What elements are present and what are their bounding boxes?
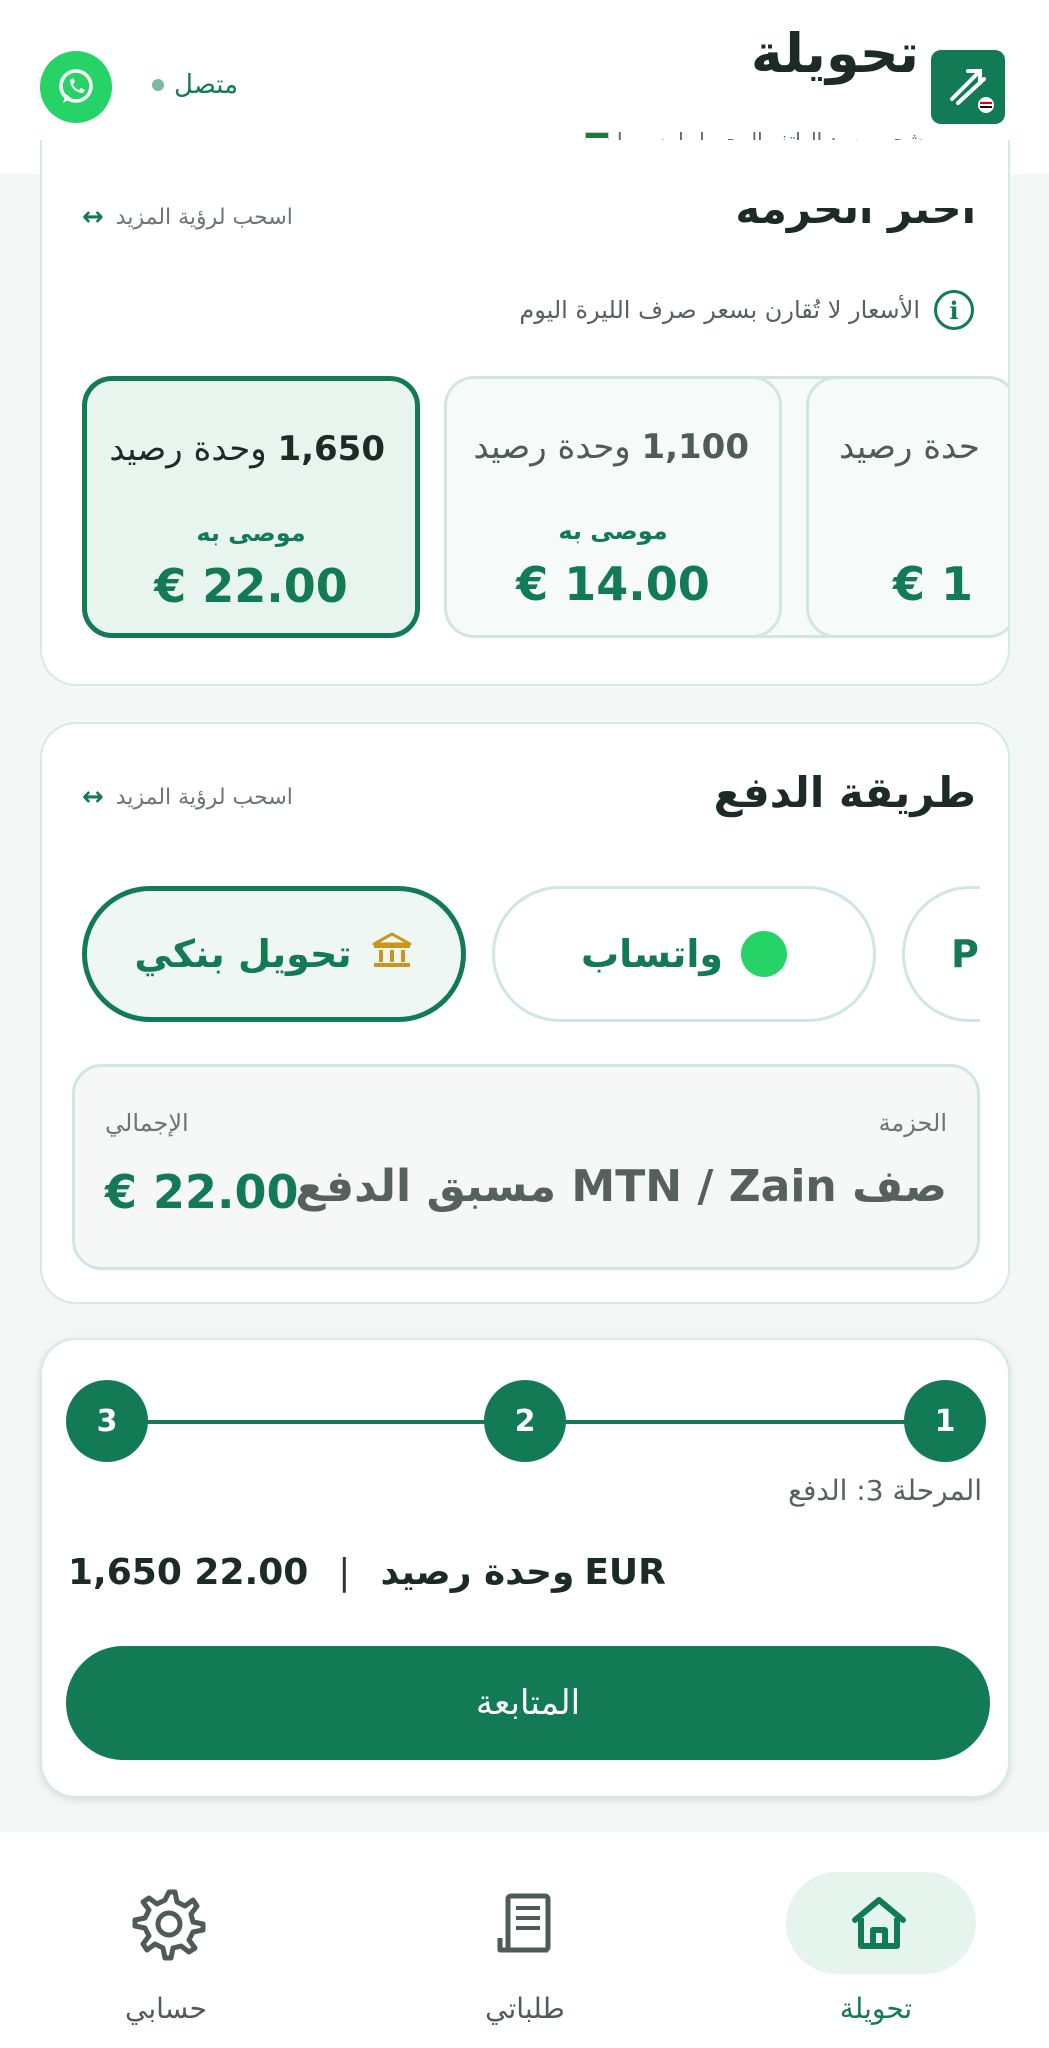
order-amount: 22.00 [194, 1552, 309, 1593]
packages-title: اختر الحزمة [735, 184, 976, 233]
order-line: 1,650 22.00 | وحدة رصيد EUR [68, 1552, 666, 1593]
package-count: 1,650 [277, 429, 385, 469]
recommended-badge: موصى به [196, 519, 306, 547]
swipe-arrows-icon: ↔ [82, 202, 104, 232]
app-title: تحويلة [750, 22, 919, 85]
package-option[interactable]: 1,100 وحدة رصيد موصى به € 14.00 [444, 376, 782, 638]
payment-method-label: P [951, 932, 979, 976]
package-option[interactable]: وحدة رصيد € 11 [806, 376, 978, 638]
price-note-text: الأسعار لا تُقارن بسعر صرف الليرة اليوم [519, 296, 920, 324]
order-separator: | [338, 1552, 351, 1593]
package-option-clip: وحدة رصيد € 11 [806, 376, 978, 638]
order-text-rtl: وحدة رصيد EUR [380, 1552, 665, 1593]
checkout-card: 1 2 3 المرحلة 3: الدفع 1,650 22.00 | وحد… [40, 1338, 1010, 1798]
packages-swipe-hint: اسحب لرؤية المزيد ↔ [82, 202, 293, 232]
package-count: 1,100 [641, 427, 749, 467]
home-icon [841, 1886, 917, 1966]
bottom-navigation: تحويلة طلباتي حسابي [0, 1832, 1049, 2048]
gear-icon [131, 1886, 207, 1966]
step-2: 2 [484, 1380, 566, 1462]
package-unit-label: وحدة رصيد [109, 429, 267, 469]
continue-button[interactable]: المتابعة [66, 1646, 990, 1760]
swipe-hint-text: اسحب لرؤية المزيد [115, 204, 293, 230]
payment-swipe-hint: اسحب لرؤية المزيد ↔ [82, 782, 293, 812]
payment-card: طريقة الدفع اسحب لرؤية المزيد ↔ تحويل بن… [40, 722, 1010, 1304]
stage-label: المرحلة 3: الدفع [788, 1474, 982, 1507]
payment-method-other[interactable]: P [902, 886, 980, 1022]
order-text-ltr: 1,650 22.00 [68, 1552, 308, 1593]
nav-label: طلباتي [485, 1992, 565, 2025]
connection-status: متصل [152, 70, 238, 100]
swipe-arrows-icon: ↔ [82, 782, 104, 812]
info-icon: i [934, 290, 974, 330]
nav-label: حسابي [125, 1992, 207, 2025]
package-option[interactable]: 1,650 وحدة رصيد موصى به € 22.00 [82, 376, 420, 638]
whatsapp-button[interactable] [40, 51, 112, 123]
summary-total-value: € 22.00 [105, 1165, 299, 1219]
summary-total-label: الإجمالي [105, 1109, 189, 1137]
package-price: € 14.00 [516, 557, 710, 611]
package-units: 1,650 وحدة رصيد [109, 429, 385, 469]
payment-method-clip: P [902, 886, 980, 1026]
status-dot-icon [152, 79, 164, 91]
payment-method-whatsapp[interactable]: واتساب [492, 886, 876, 1022]
package-price: € 11 [893, 557, 978, 611]
order-unit-label: وحدة رصيد [380, 1552, 575, 1593]
payment-title: طريقة الدفع [713, 768, 976, 817]
whatsapp-icon [59, 69, 93, 103]
step-3: 3 [66, 1380, 148, 1462]
nav-item-home[interactable]: تحويلة [776, 1852, 976, 2042]
whatsapp-dot-icon [741, 931, 788, 977]
exchange-logo-icon [931, 50, 1005, 124]
package-units: وحدة رصيد [839, 427, 978, 467]
payment-method-label: واتساب [580, 932, 724, 976]
order-currency: EUR [584, 1552, 666, 1593]
package-unit-label: وحدة رصيد [839, 427, 978, 467]
status-label: متصل [174, 70, 239, 100]
bank-icon [370, 928, 414, 981]
payment-method-bank[interactable]: تحويل بنكي [82, 886, 466, 1022]
price-note: i الأسعار لا تُقارن بسعر صرف الليرة اليو… [519, 290, 974, 330]
summary-package-value: صف MTN / Zain مسبق الدفع [295, 1161, 947, 1212]
package-price: € 22.00 [154, 559, 348, 613]
nav-item-orders[interactable]: طلباتي [425, 1852, 625, 2042]
order-summary: الحزمة الإجمالي صف MTN / Zain مسبق الدفع… [72, 1064, 980, 1270]
package-units: 1,100 وحدة رصيد [473, 427, 749, 467]
order-units: 1,650 [68, 1552, 182, 1593]
receipt-icon [490, 1886, 566, 1966]
summary-package-label: الحزمة [878, 1109, 947, 1137]
package-unit-label: وحدة رصيد [473, 427, 631, 467]
payment-method-label: تحويل بنكي [134, 932, 352, 976]
nav-label: تحويلة [839, 1992, 913, 2025]
swipe-hint-text: اسحب لرؤية المزيد [115, 784, 293, 810]
step-1: 1 [904, 1380, 986, 1462]
nav-item-account[interactable]: حسابي [66, 1852, 266, 2042]
recommended-badge: موصى به [558, 517, 668, 545]
